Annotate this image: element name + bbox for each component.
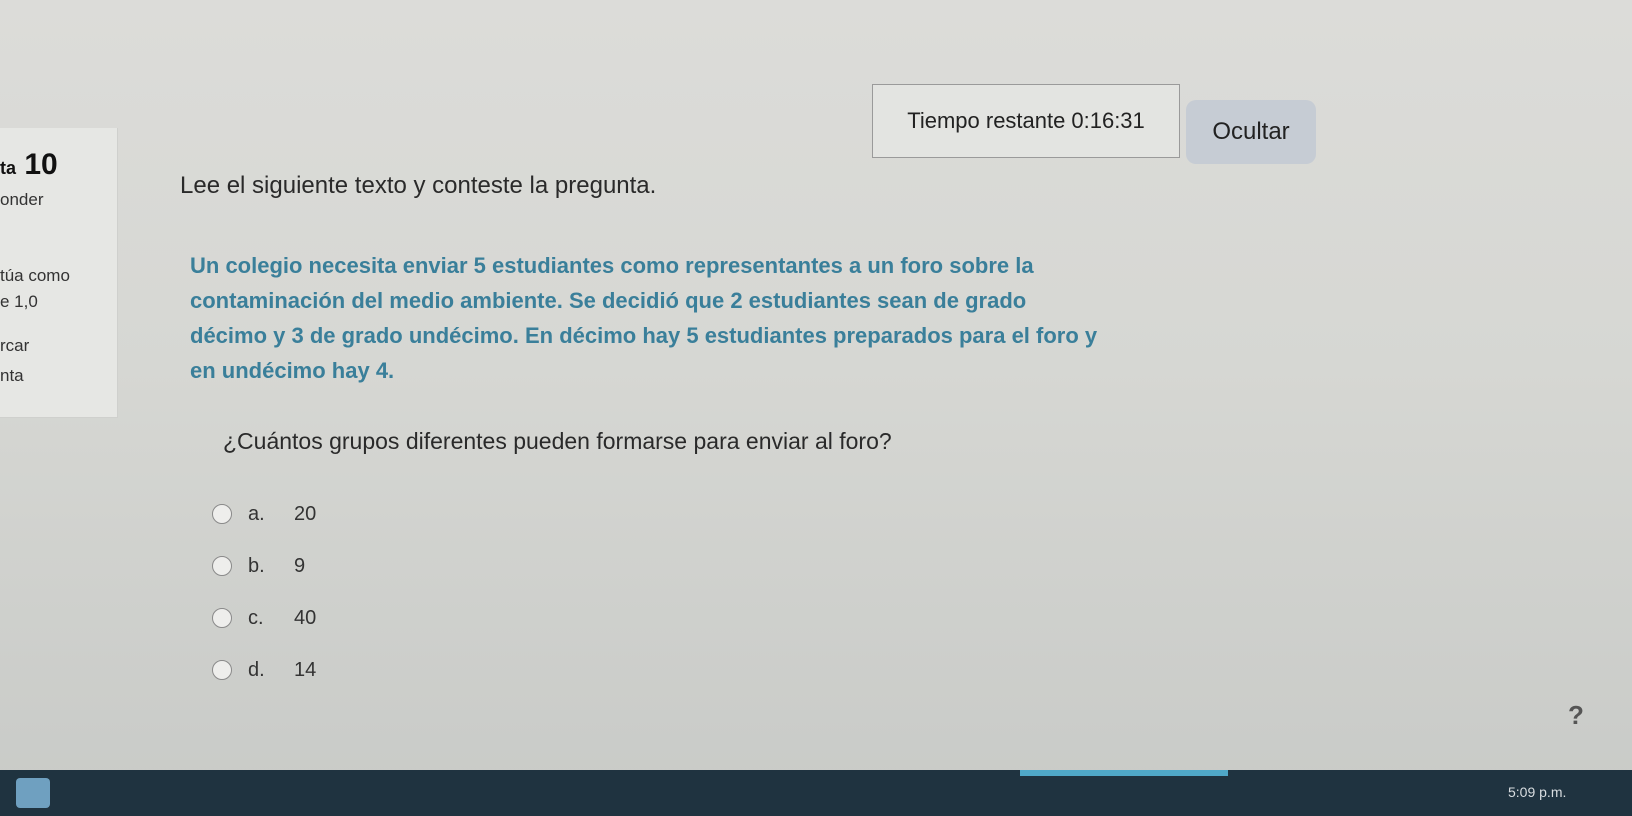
taskbar-clock[interactable]: 5:09 p.m. — [1508, 784, 1566, 800]
active-window-indicator — [1020, 770, 1228, 776]
start-icon[interactable] — [16, 778, 50, 808]
option-c[interactable]: c. 40 — [212, 592, 316, 644]
question-prefix: ta — [0, 158, 17, 178]
radio-button[interactable] — [212, 660, 232, 680]
option-a[interactable]: a. 20 — [212, 488, 316, 540]
prompt-line: contaminación del medio ambiente. Se dec… — [190, 288, 1027, 313]
option-value: 40 — [294, 606, 317, 629]
info-line: nta — [0, 366, 24, 385]
taskbar: 5:09 p.m. — [0, 770, 1632, 816]
instruction-text: Lee el siguiente texto y conteste la pre… — [180, 172, 657, 199]
radio-button[interactable] — [212, 556, 232, 576]
question-mark-icon[interactable]: ? — [1568, 700, 1584, 731]
flag-question-link[interactable]: rcar — [0, 336, 29, 356]
radio-button[interactable] — [212, 608, 232, 628]
question-text: ¿Cuántos grupos diferentes pueden formar… — [223, 428, 892, 454]
prompt-line: en undécimo hay 4. — [190, 358, 395, 383]
option-value: 9 — [294, 554, 306, 577]
quiz-page: ta 10 onder túa como e 1,0 rcar nta Tiem… — [0, 0, 1632, 816]
option-letter: b. — [248, 554, 265, 577]
info-line: onder — [0, 190, 44, 209]
timer-value: 0:16:31 — [1071, 108, 1145, 133]
option-letter: d. — [248, 658, 265, 681]
option-value: 20 — [294, 502, 317, 525]
prompt-text: Un colegio necesita enviar 5 estudiantes… — [190, 248, 1270, 388]
timer-label: Tiempo restante — [907, 108, 1066, 133]
option-letter: a. — [248, 502, 265, 525]
question-number-value: 10 — [24, 148, 58, 181]
answer-options: a. 20 b. 9 c. 40 d. 14 — [212, 488, 316, 696]
option-d[interactable]: d. 14 — [212, 644, 316, 696]
info-line: e 1,0 — [0, 292, 38, 311]
question-number: ta 10 — [0, 148, 58, 182]
info-line: túa como — [0, 266, 70, 285]
time-remaining: Tiempo restante 0:16:31 — [872, 84, 1180, 158]
question-info-panel: ta 10 onder túa como e 1,0 rcar nta — [0, 128, 118, 418]
option-b[interactable]: b. 9 — [212, 540, 316, 592]
prompt-line: décimo y 3 de grado undécimo. En décimo … — [190, 323, 1098, 348]
option-letter: c. — [248, 606, 264, 629]
prompt-line: Un colegio necesita enviar 5 estudiantes… — [190, 253, 1034, 278]
option-value: 14 — [294, 658, 317, 681]
radio-button[interactable] — [212, 504, 232, 524]
hide-timer-button[interactable]: Ocultar — [1186, 100, 1316, 164]
